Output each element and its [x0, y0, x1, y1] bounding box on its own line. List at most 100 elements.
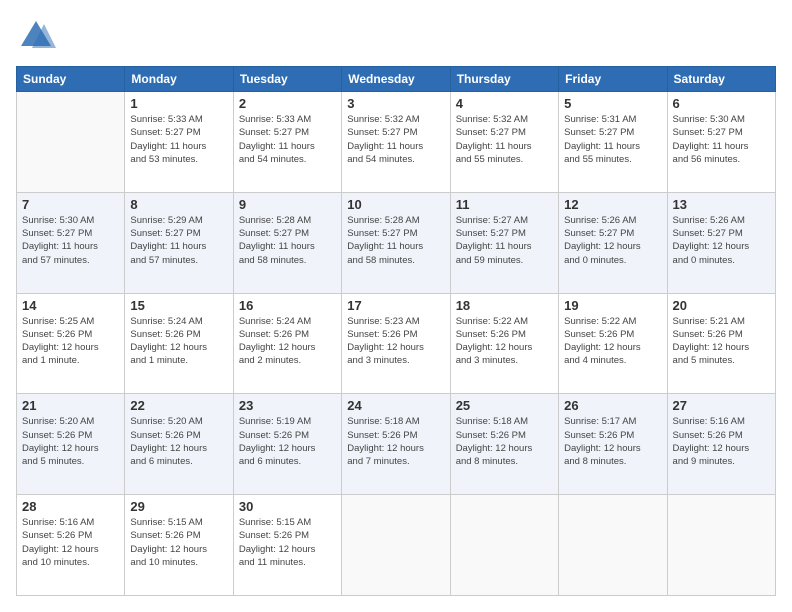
calendar-cell: 10 Sunrise: 5:28 AM Sunset: 5:27 PM Dayli…	[342, 192, 450, 293]
calendar-table: SundayMondayTuesdayWednesdayThursdayFrid…	[16, 66, 776, 596]
day-number: 29	[130, 499, 227, 514]
day-info: Sunrise: 5:26 AM Sunset: 5:27 PM Dayligh…	[673, 214, 770, 267]
day-number: 6	[673, 96, 770, 111]
day-info: Sunrise: 5:15 AM Sunset: 5:26 PM Dayligh…	[130, 516, 227, 569]
calendar-cell: 9 Sunrise: 5:28 AM Sunset: 5:27 PM Daylig…	[233, 192, 341, 293]
day-number: 14	[22, 298, 119, 313]
day-number: 20	[673, 298, 770, 313]
day-number: 3	[347, 96, 444, 111]
day-info: Sunrise: 5:24 AM Sunset: 5:26 PM Dayligh…	[130, 315, 227, 368]
weekday-header-thursday: Thursday	[450, 67, 558, 92]
calendar-cell: 28 Sunrise: 5:16 AM Sunset: 5:26 PM Dayli…	[17, 495, 125, 596]
week-row-2: 7Sunrise: 5:30 AM Sunset: 5:27 PM Daylig…	[17, 192, 776, 293]
calendar-cell: 29 Sunrise: 5:15 AM Sunset: 5:26 PM Dayli…	[125, 495, 233, 596]
weekday-header-friday: Friday	[559, 67, 667, 92]
day-number: 13	[673, 197, 770, 212]
day-info: Sunrise: 5:33 AM Sunset: 5:27 PM Dayligh…	[130, 113, 227, 166]
calendar-cell	[667, 495, 775, 596]
header	[16, 16, 776, 56]
day-info: Sunrise: 5:16 AM Sunset: 5:26 PM Dayligh…	[673, 415, 770, 468]
calendar-cell: 27 Sunrise: 5:16 AM Sunset: 5:26 PM Dayli…	[667, 394, 775, 495]
calendar-cell: 26 Sunrise: 5:17 AM Sunset: 5:26 PM Dayli…	[559, 394, 667, 495]
day-number: 2	[239, 96, 336, 111]
page: SundayMondayTuesdayWednesdayThursdayFrid…	[0, 0, 792, 612]
day-info: Sunrise: 5:23 AM Sunset: 5:26 PM Dayligh…	[347, 315, 444, 368]
day-number: 9	[239, 197, 336, 212]
calendar-cell: 18 Sunrise: 5:22 AM Sunset: 5:26 PM Dayli…	[450, 293, 558, 394]
day-number: 19	[564, 298, 661, 313]
day-info: Sunrise: 5:32 AM Sunset: 5:27 PM Dayligh…	[456, 113, 553, 166]
calendar-cell: 6 Sunrise: 5:30 AM Sunset: 5:27 PM Daylig…	[667, 92, 775, 193]
day-info: Sunrise: 5:27 AM Sunset: 5:27 PM Dayligh…	[456, 214, 553, 267]
calendar-cell: 3 Sunrise: 5:32 AM Sunset: 5:27 PM Daylig…	[342, 92, 450, 193]
day-number: 7	[22, 197, 119, 212]
weekday-header-monday: Monday	[125, 67, 233, 92]
logo-icon	[16, 16, 56, 56]
day-number: 16	[239, 298, 336, 313]
day-number: 15	[130, 298, 227, 313]
calendar-cell: 16 Sunrise: 5:24 AM Sunset: 5:26 PM Dayli…	[233, 293, 341, 394]
day-info: Sunrise: 5:28 AM Sunset: 5:27 PM Dayligh…	[347, 214, 444, 267]
day-info: Sunrise: 5:29 AM Sunset: 5:27 PM Dayligh…	[130, 214, 227, 267]
day-info: Sunrise: 5:22 AM Sunset: 5:26 PM Dayligh…	[456, 315, 553, 368]
calendar-cell: 5Sunrise: 5:31 AM Sunset: 5:27 PM Daylig…	[559, 92, 667, 193]
calendar-cell: 30 Sunrise: 5:15 AM Sunset: 5:26 PM Dayli…	[233, 495, 341, 596]
calendar-cell: 24 Sunrise: 5:18 AM Sunset: 5:26 PM Dayli…	[342, 394, 450, 495]
day-info: Sunrise: 5:18 AM Sunset: 5:26 PM Dayligh…	[456, 415, 553, 468]
day-info: Sunrise: 5:20 AM Sunset: 5:26 PM Dayligh…	[130, 415, 227, 468]
day-number: 21	[22, 398, 119, 413]
day-info: Sunrise: 5:28 AM Sunset: 5:27 PM Dayligh…	[239, 214, 336, 267]
day-number: 18	[456, 298, 553, 313]
day-number: 12	[564, 197, 661, 212]
day-number: 10	[347, 197, 444, 212]
calendar-cell	[17, 92, 125, 193]
week-row-3: 14 Sunrise: 5:25 AM Sunset: 5:26 PM Dayli…	[17, 293, 776, 394]
weekday-header-tuesday: Tuesday	[233, 67, 341, 92]
day-info: Sunrise: 5:20 AM Sunset: 5:26 PM Dayligh…	[22, 415, 119, 468]
calendar-cell: 14 Sunrise: 5:25 AM Sunset: 5:26 PM Dayli…	[17, 293, 125, 394]
weekday-header-saturday: Saturday	[667, 67, 775, 92]
day-info: Sunrise: 5:21 AM Sunset: 5:26 PM Dayligh…	[673, 315, 770, 368]
day-number: 28	[22, 499, 119, 514]
calendar-cell: 21 Sunrise: 5:20 AM Sunset: 5:26 PM Dayli…	[17, 394, 125, 495]
day-number: 24	[347, 398, 444, 413]
day-number: 26	[564, 398, 661, 413]
day-number: 22	[130, 398, 227, 413]
day-info: Sunrise: 5:19 AM Sunset: 5:26 PM Dayligh…	[239, 415, 336, 468]
day-number: 27	[673, 398, 770, 413]
calendar-cell: 20 Sunrise: 5:21 AM Sunset: 5:26 PM Dayli…	[667, 293, 775, 394]
day-number: 11	[456, 197, 553, 212]
week-row-5: 28 Sunrise: 5:16 AM Sunset: 5:26 PM Dayli…	[17, 495, 776, 596]
day-info: Sunrise: 5:15 AM Sunset: 5:26 PM Dayligh…	[239, 516, 336, 569]
calendar-cell: 15 Sunrise: 5:24 AM Sunset: 5:26 PM Dayli…	[125, 293, 233, 394]
calendar-cell: 11 Sunrise: 5:27 AM Sunset: 5:27 PM Dayli…	[450, 192, 558, 293]
calendar-cell: 17Sunrise: 5:23 AM Sunset: 5:26 PM Dayli…	[342, 293, 450, 394]
logo	[16, 16, 56, 56]
calendar-cell: 23Sunrise: 5:19 AM Sunset: 5:26 PM Dayli…	[233, 394, 341, 495]
week-row-4: 21 Sunrise: 5:20 AM Sunset: 5:26 PM Dayli…	[17, 394, 776, 495]
day-info: Sunrise: 5:22 AM Sunset: 5:26 PM Dayligh…	[564, 315, 661, 368]
day-number: 30	[239, 499, 336, 514]
calendar-cell: 12 Sunrise: 5:26 AM Sunset: 5:27 PM Dayli…	[559, 192, 667, 293]
day-info: Sunrise: 5:32 AM Sunset: 5:27 PM Dayligh…	[347, 113, 444, 166]
day-info: Sunrise: 5:24 AM Sunset: 5:26 PM Dayligh…	[239, 315, 336, 368]
calendar-cell: 4 Sunrise: 5:32 AM Sunset: 5:27 PM Daylig…	[450, 92, 558, 193]
calendar-cell	[450, 495, 558, 596]
calendar-cell: 8Sunrise: 5:29 AM Sunset: 5:27 PM Daylig…	[125, 192, 233, 293]
calendar-cell: 13 Sunrise: 5:26 AM Sunset: 5:27 PM Dayli…	[667, 192, 775, 293]
day-info: Sunrise: 5:33 AM Sunset: 5:27 PM Dayligh…	[239, 113, 336, 166]
day-number: 1	[130, 96, 227, 111]
calendar-cell: 19 Sunrise: 5:22 AM Sunset: 5:26 PM Dayli…	[559, 293, 667, 394]
weekday-header-sunday: Sunday	[17, 67, 125, 92]
day-info: Sunrise: 5:26 AM Sunset: 5:27 PM Dayligh…	[564, 214, 661, 267]
day-number: 5	[564, 96, 661, 111]
calendar-cell: 2 Sunrise: 5:33 AM Sunset: 5:27 PM Daylig…	[233, 92, 341, 193]
calendar-cell: 25Sunrise: 5:18 AM Sunset: 5:26 PM Dayli…	[450, 394, 558, 495]
day-info: Sunrise: 5:18 AM Sunset: 5:26 PM Dayligh…	[347, 415, 444, 468]
calendar-cell: 22 Sunrise: 5:20 AM Sunset: 5:26 PM Dayli…	[125, 394, 233, 495]
day-info: Sunrise: 5:16 AM Sunset: 5:26 PM Dayligh…	[22, 516, 119, 569]
day-info: Sunrise: 5:25 AM Sunset: 5:26 PM Dayligh…	[22, 315, 119, 368]
day-number: 4	[456, 96, 553, 111]
day-info: Sunrise: 5:30 AM Sunset: 5:27 PM Dayligh…	[673, 113, 770, 166]
day-info: Sunrise: 5:17 AM Sunset: 5:26 PM Dayligh…	[564, 415, 661, 468]
